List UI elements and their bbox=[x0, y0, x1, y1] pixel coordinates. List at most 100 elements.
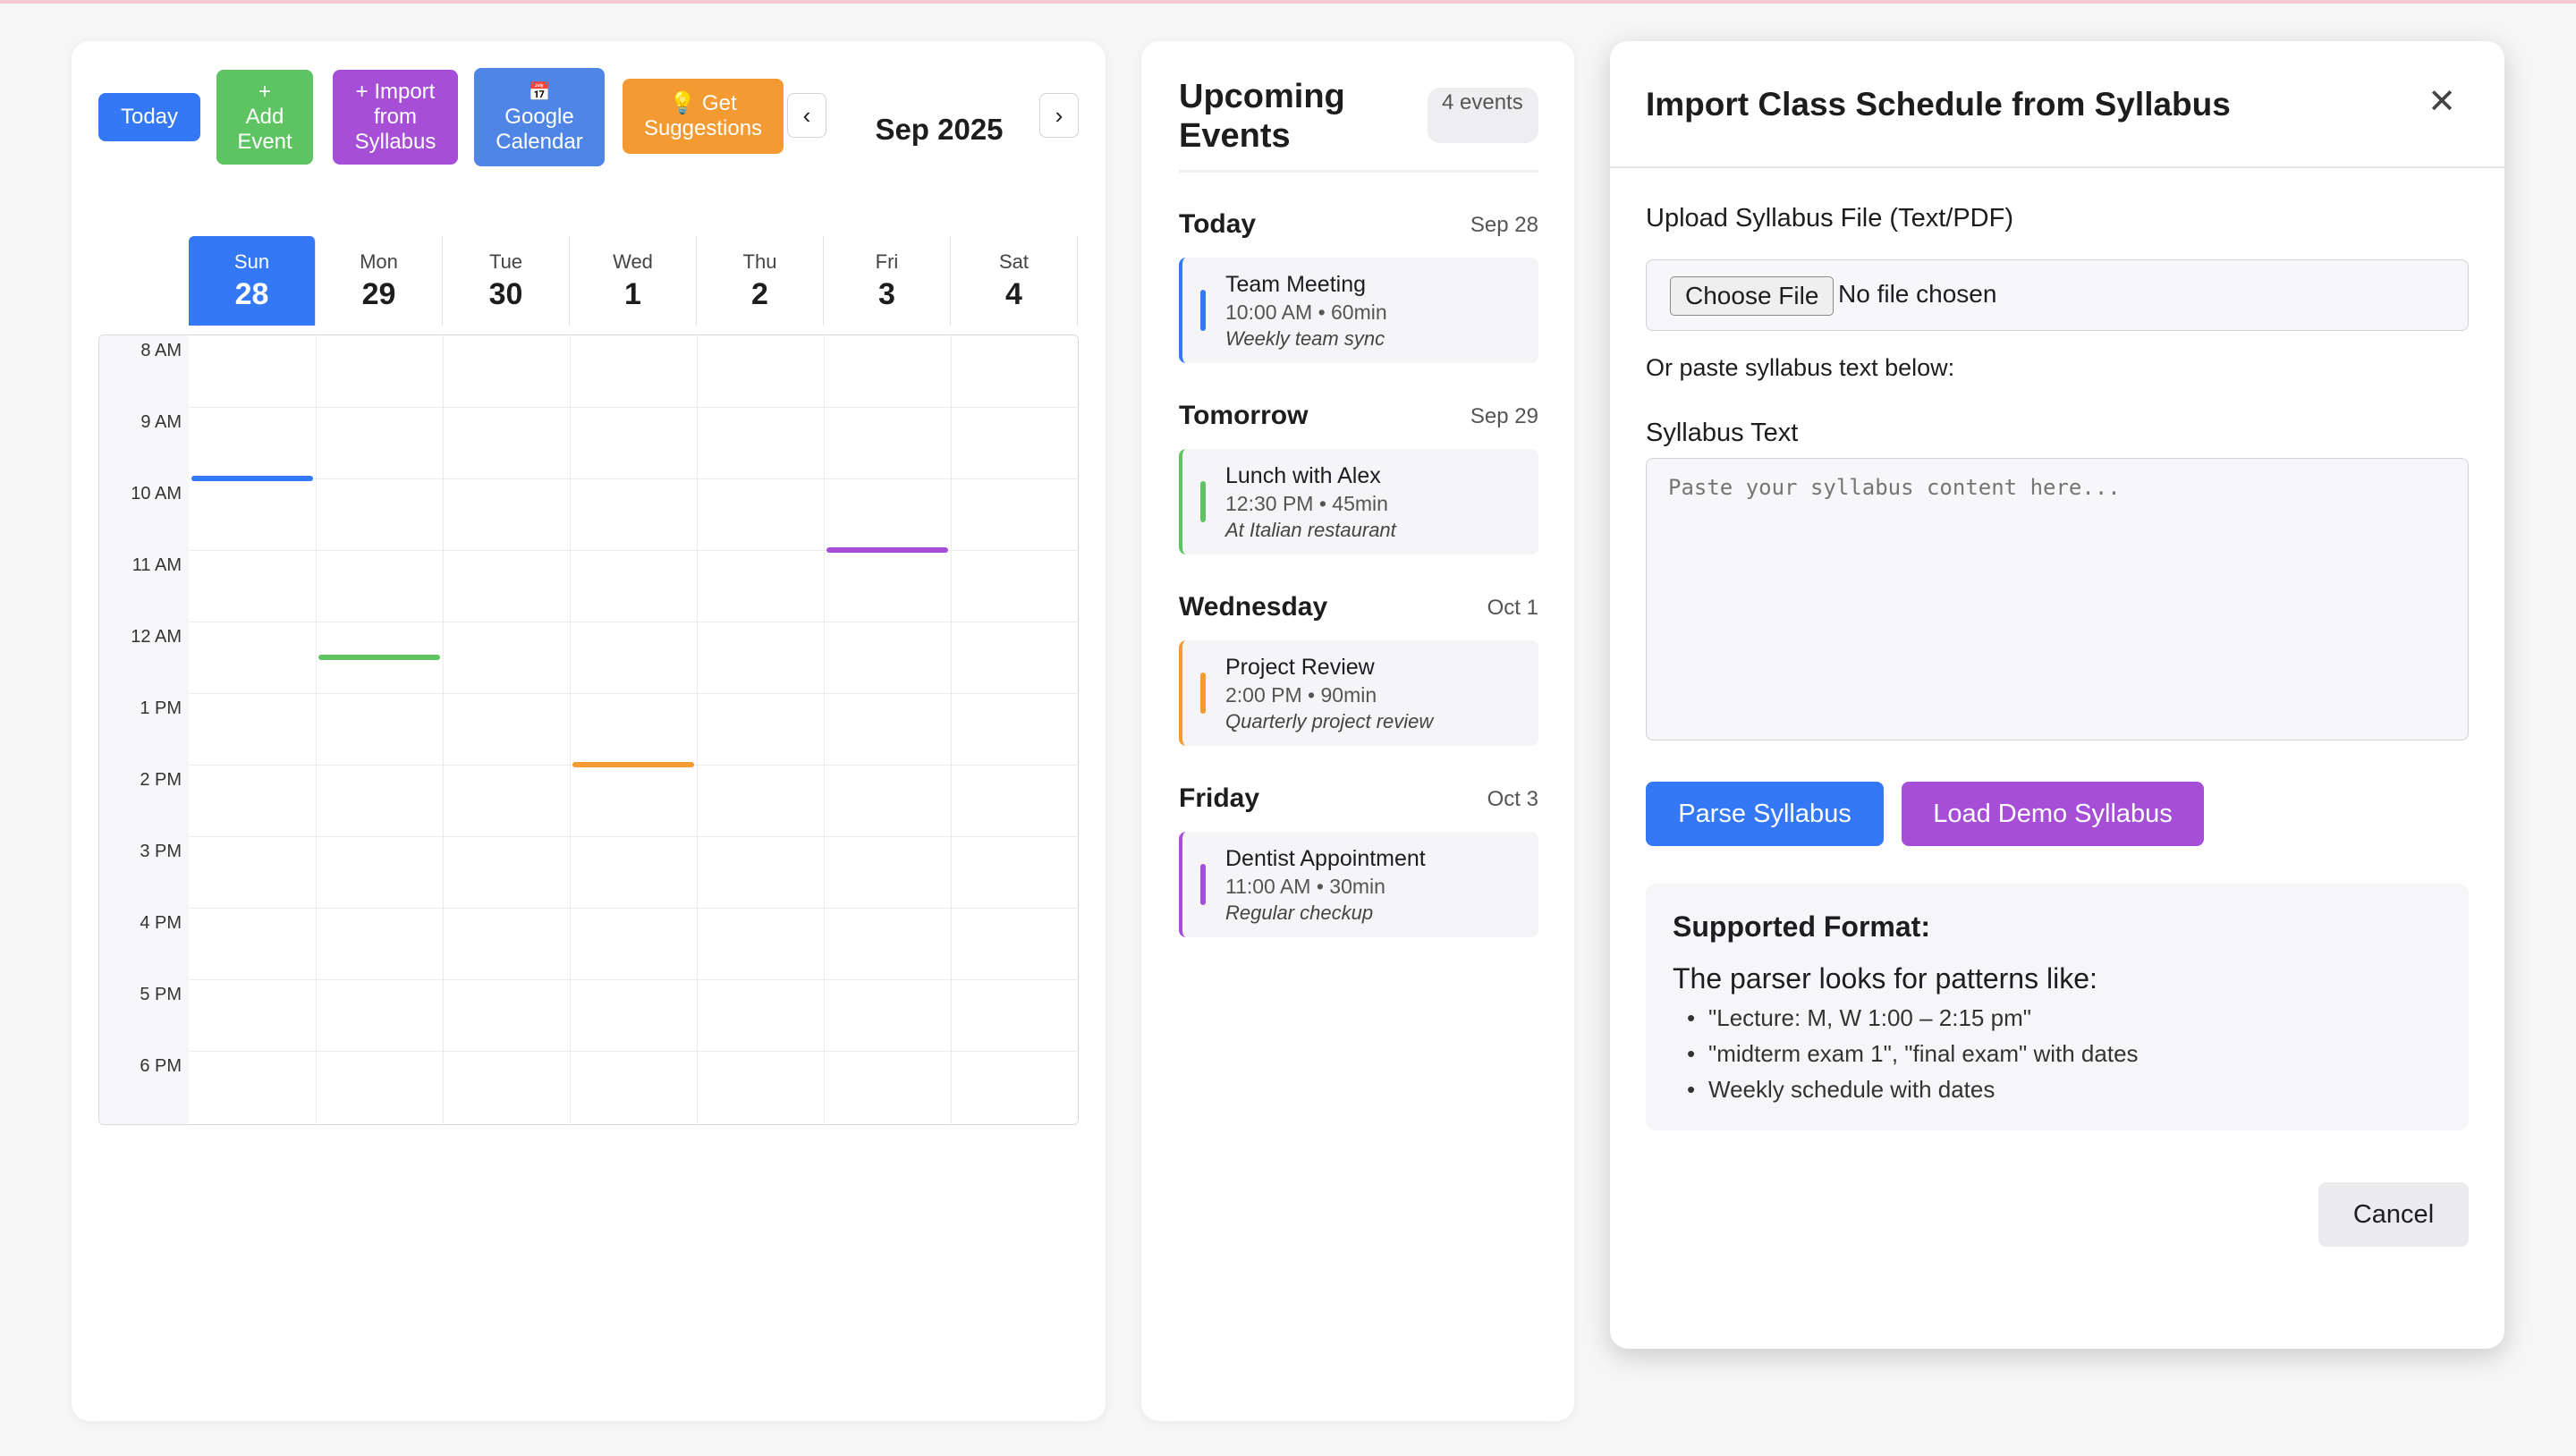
time-gutter bbox=[99, 335, 189, 1124]
event-title: Team Meeting bbox=[1225, 272, 1367, 297]
next-month-button[interactable]: › bbox=[1039, 93, 1079, 138]
modal-title: Import Class Schedule from Syllabus bbox=[1646, 86, 2231, 123]
parse-syllabus-button[interactable]: Parse Syllabus bbox=[1646, 782, 1884, 846]
time-grid: 8 AM 9 AM 10 AM 11 AM 12 AM 1 PM 2 PM 3 PM 4 PM 5… bbox=[98, 334, 1079, 1125]
group-date: Sep 28 bbox=[1470, 213, 1538, 237]
get-suggestions-button[interactable]: 💡 Get Suggestions bbox=[623, 79, 784, 154]
day-header-mon[interactable]: Mon 29 bbox=[316, 236, 443, 326]
file-input[interactable]: Choose File No file chosen bbox=[1646, 259, 2469, 331]
calendar-icon: 📅 bbox=[528, 82, 551, 102]
day-column-line bbox=[951, 335, 952, 1124]
day-name: Wed bbox=[613, 250, 653, 273]
upcoming-event-card[interactable]: Lunch with Alex 12:30 PM • 45min At Italia… bbox=[1179, 449, 1538, 554]
format-title: Supported Format: bbox=[1673, 910, 1930, 943]
event-meta: 11:00 AM • 30min bbox=[1225, 875, 1385, 898]
file-status: No file chosen bbox=[1838, 280, 1997, 308]
day-header-fri[interactable]: Fri 3 bbox=[824, 236, 951, 326]
syllabus-text-label: Syllabus Text bbox=[1646, 419, 1799, 447]
upload-label: Upload Syllabus File (Text/PDF) bbox=[1646, 204, 2013, 233]
upcoming-title: Upcoming Events bbox=[1179, 78, 1345, 155]
calendar-event[interactable] bbox=[826, 547, 948, 553]
upcoming-group-header: Friday Oct 3 bbox=[1179, 783, 1538, 819]
time-label: 1 PM bbox=[140, 698, 182, 718]
hour-line bbox=[189, 693, 1078, 694]
hour-line bbox=[189, 979, 1078, 980]
group-date: Oct 3 bbox=[1487, 787, 1538, 811]
add-event-label-1: Add bbox=[245, 105, 284, 129]
format-item: Weekly schedule with dates bbox=[1673, 1071, 2139, 1107]
day-header-thu[interactable]: Thu 2 bbox=[697, 236, 824, 326]
time-label: 6 PM bbox=[140, 1056, 182, 1076]
upcoming-event-card[interactable]: Dentist Appointment 11:00 AM • 30min Regul… bbox=[1179, 832, 1538, 937]
or-paste-label: Or paste syllabus text below: bbox=[1646, 354, 1955, 381]
event-title: Dentist Appointment bbox=[1225, 846, 1426, 871]
hour-line bbox=[189, 407, 1078, 408]
day-header-sun[interactable]: Sun 28 bbox=[189, 236, 316, 326]
day-column-line bbox=[443, 335, 444, 1124]
day-date: 30 bbox=[488, 277, 523, 311]
import-syllabus-modal: Import Class Schedule from Syllabus ✕ Up… bbox=[1610, 41, 2504, 1349]
day-name: Fri bbox=[875, 250, 899, 273]
day-column-line bbox=[824, 335, 825, 1124]
group-label: Wednesday bbox=[1179, 592, 1328, 622]
day-date: 1 bbox=[624, 277, 641, 311]
upcoming-events-panel: Upcoming Events 4 events Today Sep 28 Team… bbox=[1141, 41, 1574, 1421]
day-name: Sun bbox=[233, 250, 270, 273]
google-label-1: Google bbox=[504, 105, 574, 129]
chevron-left-icon: ‹ bbox=[802, 101, 811, 129]
upcoming-group-header: Wednesday Oct 1 bbox=[1179, 592, 1538, 628]
syllabus-textarea[interactable] bbox=[1646, 458, 2469, 741]
close-icon[interactable]: ✕ bbox=[2424, 84, 2460, 120]
time-label: 8 AM bbox=[140, 341, 182, 360]
format-item: "Lecture: M, W 1:00 – 2:15 pm" bbox=[1673, 1000, 2139, 1036]
event-description: Regular checkup bbox=[1225, 902, 1374, 924]
events-count-badge: 4 events bbox=[1428, 88, 1538, 143]
group-label: Friday bbox=[1179, 783, 1260, 813]
prev-month-button[interactable]: ‹ bbox=[787, 93, 826, 138]
import-label-2: from bbox=[374, 105, 417, 129]
event-color-stripe bbox=[1200, 864, 1206, 905]
day-name: Tue bbox=[488, 250, 523, 273]
time-label: 5 PM bbox=[140, 985, 182, 1004]
modal-divider bbox=[1610, 166, 2504, 168]
day-date: 2 bbox=[751, 277, 768, 311]
choose-file-button[interactable]: Choose File bbox=[1670, 276, 1835, 316]
event-description: Quarterly project review bbox=[1225, 710, 1434, 732]
group-date: Sep 29 bbox=[1470, 404, 1538, 428]
load-demo-button[interactable]: Load Demo Syllabus bbox=[1902, 782, 2204, 846]
time-label: 10 AM bbox=[131, 484, 182, 504]
format-subtitle: The parser looks for patterns like: bbox=[1673, 962, 2097, 995]
time-label: 2 PM bbox=[140, 770, 182, 790]
upcoming-event-card[interactable]: Team Meeting 10:00 AM • 60min Weekly team … bbox=[1179, 258, 1538, 363]
day-column-line bbox=[697, 335, 698, 1124]
import-syllabus-button[interactable]: + Import from Syllabus bbox=[333, 70, 458, 165]
day-header-sat[interactable]: Sat 4 bbox=[951, 236, 1078, 326]
calendar-event[interactable] bbox=[318, 655, 440, 660]
suggestions-label: Suggestions bbox=[643, 116, 763, 140]
import-label-1: + Import bbox=[355, 80, 436, 104]
day-date: 28 bbox=[234, 277, 269, 311]
event-color-stripe bbox=[1200, 481, 1206, 522]
day-column-line bbox=[316, 335, 317, 1124]
calendar-event[interactable] bbox=[572, 762, 694, 767]
day-header-tue[interactable]: Tue 30 bbox=[443, 236, 570, 326]
day-column-line bbox=[570, 335, 571, 1124]
google-calendar-button[interactable]: 📅 Google Calendar bbox=[474, 68, 605, 166]
calendar-event[interactable] bbox=[191, 476, 313, 481]
today-button[interactable]: Today bbox=[98, 93, 200, 141]
event-title: Lunch with Alex bbox=[1225, 463, 1381, 488]
upcoming-event-card[interactable]: Project Review 2:00 PM • 90min Quarterly p… bbox=[1179, 640, 1538, 746]
event-description: At Italian restaurant bbox=[1225, 519, 1396, 541]
group-date: Oct 1 bbox=[1487, 596, 1538, 620]
group-label: Today bbox=[1179, 209, 1257, 239]
supported-format-box: Supported Format: The parser looks for p… bbox=[1646, 884, 2469, 1130]
day-header-wed[interactable]: Wed 1 bbox=[570, 236, 697, 326]
month-label: Sep 2025 bbox=[875, 113, 1004, 146]
event-color-stripe bbox=[1200, 290, 1206, 331]
cancel-button[interactable]: Cancel bbox=[2318, 1182, 2469, 1247]
calendar-panel: Today + Add Event + Import from Syllabus… bbox=[72, 41, 1106, 1421]
time-label: 4 PM bbox=[140, 913, 182, 933]
time-label: 12 AM bbox=[131, 627, 182, 647]
add-event-button[interactable]: + Add Event bbox=[216, 70, 313, 165]
time-label: 11 AM bbox=[131, 555, 182, 575]
